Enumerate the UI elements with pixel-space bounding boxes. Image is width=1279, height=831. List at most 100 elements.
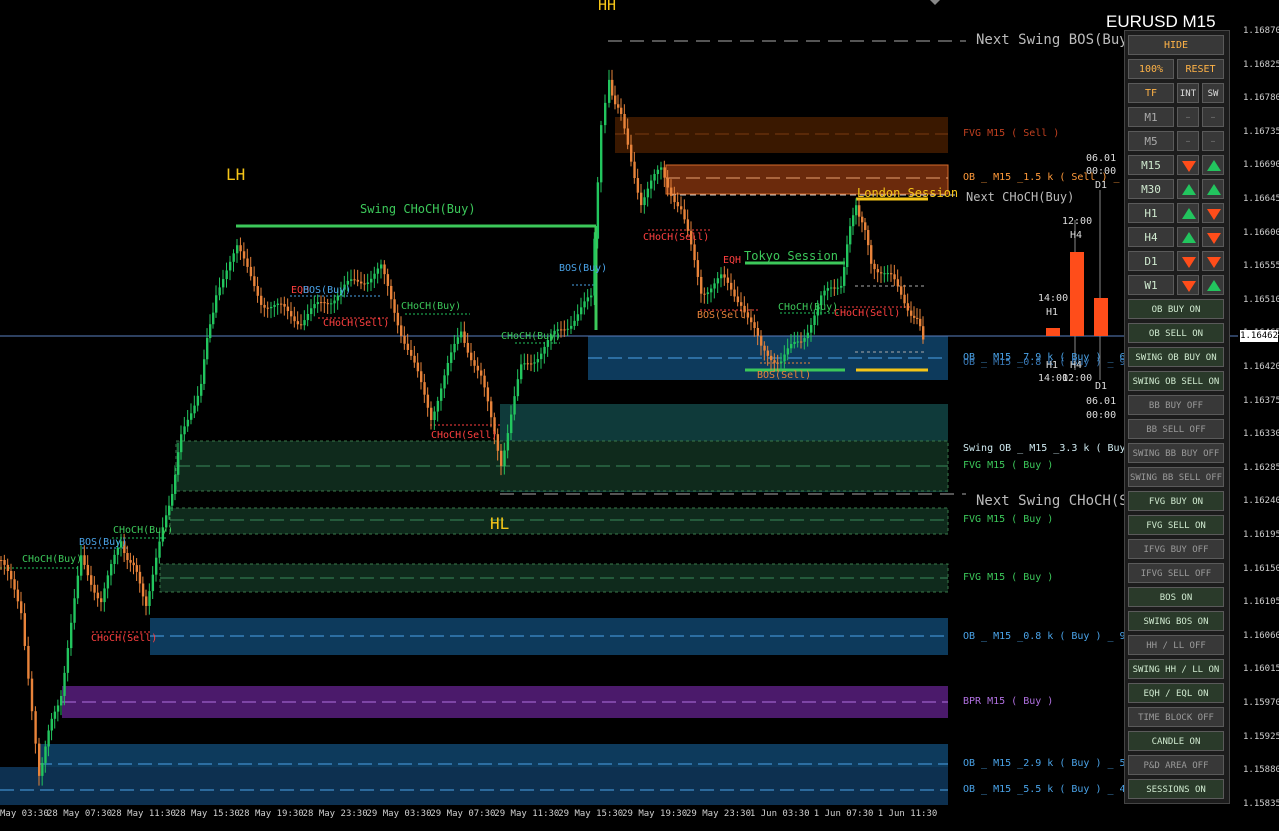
candle-body bbox=[700, 276, 703, 294]
tf-m30-int-indicator[interactable] bbox=[1177, 179, 1199, 199]
reset-button[interactable]: RESET bbox=[1177, 59, 1224, 79]
tf-h1-sw-indicator[interactable] bbox=[1202, 203, 1224, 223]
toggle-time-block-off[interactable]: TIME BLOCK OFF bbox=[1128, 707, 1224, 727]
tf-m15-int-indicator[interactable] bbox=[1177, 155, 1199, 175]
tf-d1-sw-indicator[interactable] bbox=[1202, 251, 1224, 271]
ob-buy-zone-e bbox=[0, 767, 948, 805]
toggle-bos-on[interactable]: BOS ON bbox=[1128, 587, 1224, 607]
candle-body bbox=[523, 363, 526, 365]
htf-h1-candle bbox=[1046, 328, 1060, 336]
candle-body bbox=[229, 261, 232, 271]
candle-body bbox=[47, 730, 50, 747]
tf-w1-int-indicator[interactable] bbox=[1177, 275, 1199, 295]
candle-body bbox=[41, 762, 44, 776]
toggle-sessions-on[interactable]: SESSIONS ON bbox=[1128, 779, 1224, 799]
candle-body bbox=[586, 297, 590, 302]
candle-body bbox=[50, 718, 53, 731]
candle-body bbox=[583, 301, 586, 308]
h4-label-bottom: H4 bbox=[1070, 360, 1083, 371]
swing-ob-label: Swing OB _ M15 _3.3 k ( Buy ) _ bbox=[963, 443, 1150, 454]
toggle-swing-hh-ll-on[interactable]: SWING HH / LL ON bbox=[1128, 659, 1224, 679]
toggle-swing-bb-sell-off[interactable]: SWING BB SELL OFF bbox=[1128, 467, 1224, 487]
tf-button-m15[interactable]: M15 bbox=[1128, 155, 1174, 175]
candle-body bbox=[540, 353, 543, 360]
toggle-swing-bos-on[interactable]: SWING BOS ON bbox=[1128, 611, 1224, 631]
tf-h4-int-indicator[interactable] bbox=[1177, 227, 1199, 247]
ob-buy-zone-c bbox=[150, 618, 948, 655]
price-tick-label: 1.16285 bbox=[1243, 462, 1279, 473]
candle-body bbox=[900, 286, 903, 295]
sw-header[interactable]: SW bbox=[1202, 83, 1224, 103]
candle-body bbox=[10, 571, 13, 580]
tf-h4-sw-indicator[interactable] bbox=[1202, 227, 1224, 247]
candle-body bbox=[516, 379, 520, 397]
candle-body bbox=[726, 277, 730, 283]
candle-body bbox=[53, 711, 57, 719]
toggle-swing-ob-buy-on[interactable]: SWING OB BUY ON bbox=[1128, 347, 1224, 367]
price-tick-label: 1.16825 bbox=[1243, 59, 1279, 70]
candle-body bbox=[650, 180, 653, 189]
candle-body bbox=[576, 314, 580, 321]
candle-body bbox=[873, 263, 876, 270]
candle-body bbox=[158, 541, 161, 558]
bpr-label: BPR M15 ( Buy ) bbox=[963, 696, 1054, 707]
toggle-ob-buy-on[interactable]: OB BUY ON bbox=[1128, 299, 1224, 319]
toggle-fvg-sell-on[interactable]: FVG SELL ON bbox=[1128, 515, 1224, 535]
toggle-swing-ob-sell-on[interactable]: SWING OB SELL ON bbox=[1128, 371, 1224, 391]
toggle-candle-on[interactable]: CANDLE ON bbox=[1128, 731, 1224, 751]
tf-button-m30[interactable]: M30 bbox=[1128, 179, 1174, 199]
price-tick-label: 1.16015 bbox=[1243, 664, 1279, 675]
hide-button[interactable]: HIDE bbox=[1128, 35, 1224, 55]
next-swing-bos-label: Next Swing BOS(Buy) bbox=[976, 32, 1137, 48]
candle-body bbox=[306, 313, 310, 321]
zoom-button[interactable]: 100% bbox=[1128, 59, 1174, 79]
candle-body bbox=[533, 362, 536, 364]
tf-m1-sw-indicator[interactable]: – bbox=[1202, 107, 1224, 127]
int-header[interactable]: INT bbox=[1177, 83, 1199, 103]
tf-button-w1[interactable]: W1 bbox=[1128, 275, 1174, 295]
tf-button-d1[interactable]: D1 bbox=[1128, 251, 1174, 271]
fvg-buy-label-3: FVG M15 ( Buy ) bbox=[963, 572, 1054, 583]
toggle-ob-sell-on[interactable]: OB SELL ON bbox=[1128, 323, 1224, 343]
candle-body bbox=[450, 352, 453, 363]
tf-m15-sw-indicator[interactable] bbox=[1202, 155, 1224, 175]
candle-body bbox=[353, 279, 356, 281]
toggle-bb-sell-off[interactable]: BB SELL OFF bbox=[1128, 419, 1224, 439]
tf-d1-int-indicator[interactable] bbox=[1177, 251, 1199, 271]
candle-body bbox=[132, 562, 135, 566]
tf-header[interactable]: TF bbox=[1128, 83, 1174, 103]
toggle-ifvg-buy-off[interactable]: IFVG BUY OFF bbox=[1128, 539, 1224, 559]
candle-body bbox=[867, 230, 870, 246]
tf-m30-sw-indicator[interactable] bbox=[1202, 179, 1224, 199]
tf-h1-int-indicator[interactable] bbox=[1177, 203, 1199, 223]
tf-m1-int-indicator[interactable]: – bbox=[1177, 107, 1199, 127]
candle-body bbox=[171, 493, 174, 506]
candle-body bbox=[253, 276, 256, 287]
tf-button-m1[interactable]: M1 bbox=[1128, 107, 1174, 127]
toggle-bb-buy-off[interactable]: BB BUY OFF bbox=[1128, 395, 1224, 415]
ob-sell-label: OB _ M15 _1.5 k ( Sell ) _ 65 % bbox=[963, 172, 1150, 183]
tf-m5-sw-indicator[interactable]: – bbox=[1202, 131, 1224, 151]
candle-body bbox=[617, 104, 620, 108]
next-choch-label: Next CHoCH(Buy) bbox=[966, 190, 1075, 204]
toggle-swing-bb-buy-off[interactable]: SWING BB BUY OFF bbox=[1128, 443, 1224, 463]
candle-body bbox=[793, 341, 796, 345]
tf-button-m5[interactable]: M5 bbox=[1128, 131, 1174, 151]
choch-sell-label-4: CHoCH(Sell) bbox=[834, 308, 901, 319]
toggle-p-d-area-off[interactable]: P&D AREA OFF bbox=[1128, 755, 1224, 775]
tf-button-h4[interactable]: H4 bbox=[1128, 227, 1174, 247]
toggle-fvg-buy-on[interactable]: FVG BUY ON bbox=[1128, 491, 1224, 511]
tf-m5-int-indicator[interactable]: – bbox=[1177, 131, 1199, 151]
tf-button-h1[interactable]: H1 bbox=[1128, 203, 1174, 223]
candle-body bbox=[276, 303, 280, 305]
candle-body bbox=[218, 287, 221, 296]
d1-time-bottom: 00:00 bbox=[1086, 410, 1117, 421]
candle-body bbox=[683, 209, 686, 220]
price-tick-label: 1.16735 bbox=[1243, 126, 1279, 137]
candle-body bbox=[193, 405, 196, 414]
toggle-ifvg-sell-off[interactable]: IFVG SELL OFF bbox=[1128, 563, 1224, 583]
candle-body bbox=[38, 743, 41, 776]
tf-w1-sw-indicator[interactable] bbox=[1202, 275, 1224, 295]
toggle-eqh-eql-on[interactable]: EQH / EQL ON bbox=[1128, 683, 1224, 703]
toggle-hh-ll-off[interactable]: HH / LL OFF bbox=[1128, 635, 1224, 655]
